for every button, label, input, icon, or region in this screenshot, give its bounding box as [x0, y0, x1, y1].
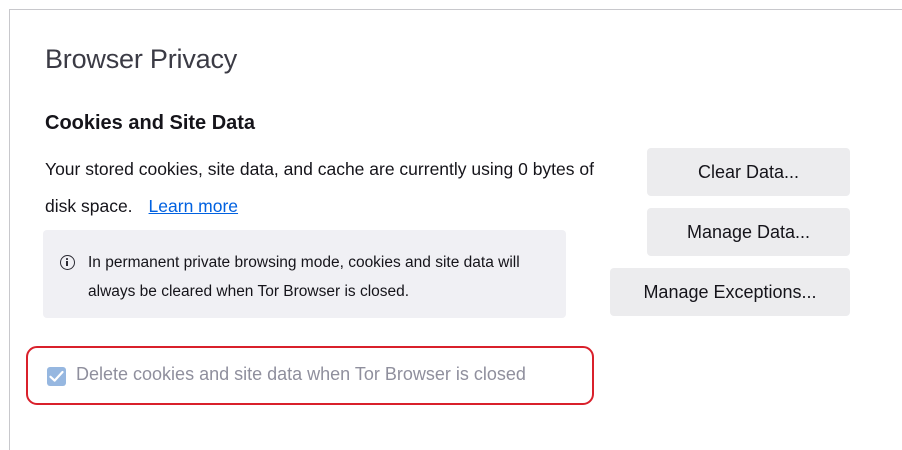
- learn-more-link[interactable]: Learn more: [149, 196, 239, 216]
- manage-data-button[interactable]: Manage Data...: [647, 208, 850, 256]
- manage-exceptions-button[interactable]: Manage Exceptions...: [610, 268, 850, 316]
- page-title: Browser Privacy: [45, 44, 238, 74]
- clear-data-button[interactable]: Clear Data...: [647, 148, 850, 196]
- delete-on-close-checkbox[interactable]: [47, 367, 66, 386]
- private-mode-info-box: In permanent private browsing mode, cook…: [43, 230, 566, 318]
- cookies-description-text: Your stored cookies, site data, and cach…: [45, 159, 594, 216]
- cookies-description: Your stored cookies, site data, and cach…: [45, 151, 605, 225]
- delete-on-close-label: Delete cookies and site data when Tor Br…: [76, 364, 526, 384]
- section-heading-cookies: Cookies and Site Data: [45, 112, 256, 134]
- frame-left-border: [9, 9, 10, 450]
- info-icon: [60, 255, 75, 270]
- frame-top-border: [9, 9, 902, 10]
- checkmark-icon: [49, 370, 64, 382]
- info-box-text: In permanent private browsing mode, cook…: [88, 254, 520, 300]
